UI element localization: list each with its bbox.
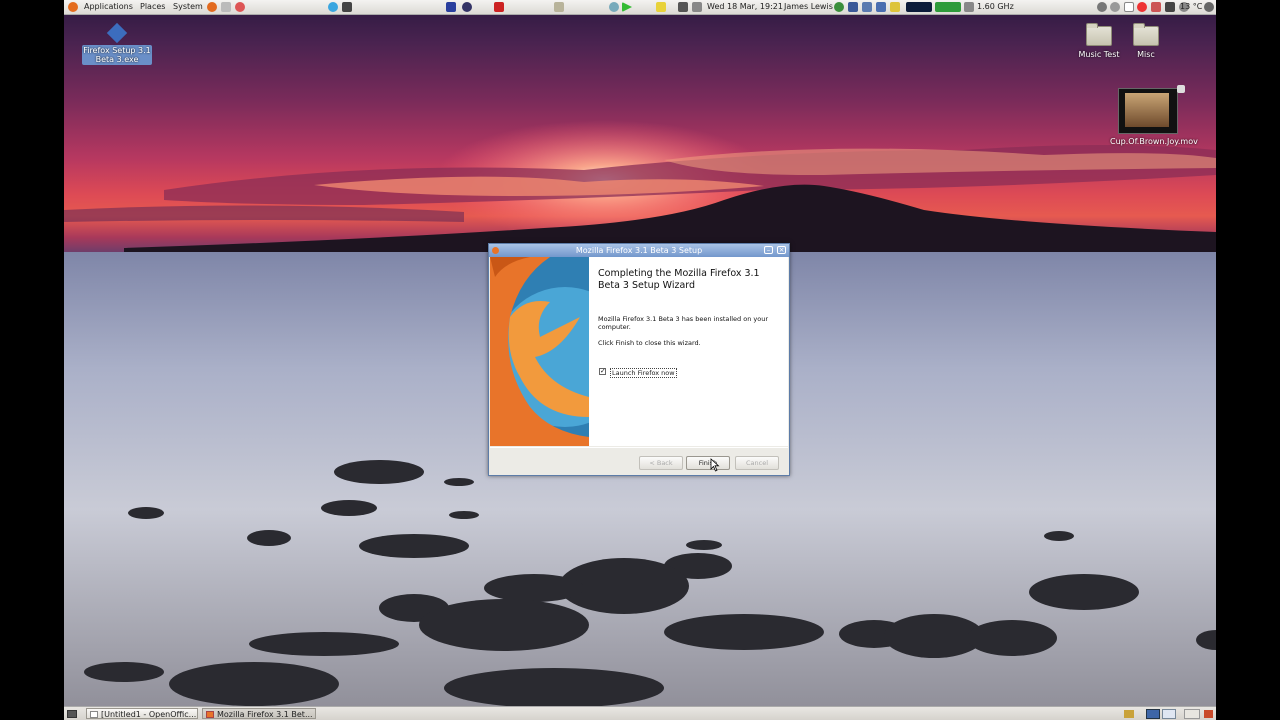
weather-temp[interactable]: 13 °C: [1180, 0, 1202, 14]
notification-icon[interactable]: [1151, 2, 1161, 12]
trash-icon[interactable]: [1204, 710, 1213, 718]
chat-icon[interactable]: [862, 2, 872, 12]
installed-message: Mozilla Firefox 3.1 Beta 3 has been inst…: [598, 315, 768, 331]
installer-label: Firefox Setup 3.1 Beta 3.exe: [82, 45, 152, 65]
back-button[interactable]: < Back: [639, 456, 683, 470]
folder-music-test[interactable]: Music Test: [1074, 23, 1124, 59]
facebook-icon[interactable]: [848, 2, 858, 12]
folder-misc-label: Misc: [1137, 50, 1155, 59]
display-icon[interactable]: [692, 2, 702, 12]
shield-icon[interactable]: [890, 2, 900, 12]
finish-button[interactable]: Finish: [686, 456, 730, 470]
files-launcher-icon[interactable]: [554, 2, 564, 12]
folder-icon: [1133, 23, 1159, 46]
memory-graph-icon: [935, 2, 961, 12]
notes-icon[interactable]: [656, 2, 666, 12]
tray-icon[interactable]: [1124, 710, 1134, 718]
network-icon[interactable]: [1097, 2, 1107, 12]
help-launcher-icon[interactable]: [235, 2, 245, 12]
setup-dialog: Mozilla Firefox 3.1 Beta 3 Setup – × Com…: [488, 243, 790, 476]
taskbar-item-openoffice[interactable]: [Untitled1 - OpenOffic...: [86, 708, 198, 719]
user-name[interactable]: James Lewis: [784, 0, 833, 14]
social-icon[interactable]: [876, 2, 886, 12]
close-icon[interactable]: ×: [777, 246, 786, 254]
terminal-icon[interactable]: [342, 2, 352, 12]
clock[interactable]: Wed 18 Mar, 19:21: [707, 0, 783, 14]
dialog-title: Mozilla Firefox 3.1 Beta 3 Setup: [575, 246, 703, 255]
mouse-cursor: [710, 458, 720, 472]
minimize-icon[interactable]: –: [764, 246, 773, 254]
ubuntu-logo-icon[interactable]: [68, 2, 78, 12]
workspace-1[interactable]: [1146, 709, 1160, 719]
lock-icon: [1177, 85, 1185, 93]
email-launcher-icon[interactable]: [221, 2, 231, 12]
firefox-logo-icon: [490, 257, 589, 446]
mail-icon[interactable]: [1124, 2, 1134, 12]
taskbar-item-firefox-setup[interactable]: Mozilla Firefox 3.1 Bet...: [202, 708, 316, 719]
firefox-setup-icon: [206, 711, 214, 718]
launcher-icon[interactable]: [446, 2, 456, 12]
video-label: Cup.Of.Brown.Joy.mov: [1110, 137, 1198, 146]
video-thumbnail: [1118, 85, 1185, 134]
cpu-frequency[interactable]: 1.60 GHz: [977, 0, 1014, 14]
launch-firefox-label[interactable]: Launch Firefox now: [610, 368, 677, 378]
wizard-heading: Completing the Mozilla Firefox 3.1 Beta …: [598, 268, 760, 291]
folder-music-label: Music Test: [1078, 50, 1120, 59]
show-desktop-icon[interactable]: [67, 710, 77, 718]
menu-places[interactable]: Places: [140, 0, 165, 14]
media-icon[interactable]: [609, 2, 619, 12]
bottom-panel: [Untitled1 - OpenOffic... Mozilla Firefo…: [64, 706, 1216, 720]
taskbar-item-label: Mozilla Firefox 3.1 Bet...: [217, 710, 313, 719]
status-online-icon[interactable]: [834, 2, 844, 12]
finish-hint: Click Finish to close this wizard.: [598, 339, 701, 347]
dialog-content: Completing the Mozilla Firefox 3.1 Beta …: [490, 257, 788, 446]
cpu-freq-icon: [964, 2, 974, 12]
volume-icon[interactable]: [1165, 2, 1175, 12]
power-icon[interactable]: [1204, 2, 1214, 12]
firefox-banner: [490, 257, 589, 446]
workspace-3[interactable]: [1184, 709, 1200, 719]
desktop[interactable]: Applications Places System Wed 18 Mar, 1…: [64, 0, 1216, 720]
skype-icon[interactable]: [328, 2, 338, 12]
dialog-button-bar: < Back Finish Cancel: [490, 447, 788, 476]
calendar-launcher-icon[interactable]: [494, 2, 504, 12]
folder-misc[interactable]: Misc: [1124, 23, 1168, 59]
top-panel: Applications Places System Wed 18 Mar, 1…: [64, 0, 1216, 15]
camera-icon[interactable]: [678, 2, 688, 12]
menu-applications[interactable]: Applications: [84, 0, 133, 14]
folder-icon: [1086, 23, 1112, 46]
menu-system[interactable]: System: [173, 0, 203, 14]
installer-desktop-icon[interactable]: Firefox Setup 3.1 Beta 3.exe: [82, 22, 152, 65]
video-desktop-icon[interactable]: Cup.Of.Brown.Joy.mov: [1110, 85, 1198, 146]
cancel-button[interactable]: Cancel: [735, 456, 779, 470]
openoffice-icon: [90, 711, 98, 718]
taskbar-item-label: [Untitled1 - OpenOffic...: [101, 710, 197, 719]
dialog-titlebar[interactable]: Mozilla Firefox 3.1 Beta 3 Setup – ×: [489, 244, 789, 257]
window-menu-icon[interactable]: [492, 247, 499, 254]
sync-icon[interactable]: [1110, 2, 1120, 12]
launch-firefox-checkbox[interactable]: ✓: [599, 368, 606, 375]
update-icon[interactable]: [1137, 2, 1147, 12]
installer-file-icon: [106, 22, 128, 44]
cpu-graph-icon: [906, 2, 932, 12]
play-icon[interactable]: [622, 2, 632, 12]
firefox-launcher-icon[interactable]: [207, 2, 217, 12]
network-launcher-icon[interactable]: [462, 2, 472, 12]
workspace-2[interactable]: [1162, 709, 1176, 719]
